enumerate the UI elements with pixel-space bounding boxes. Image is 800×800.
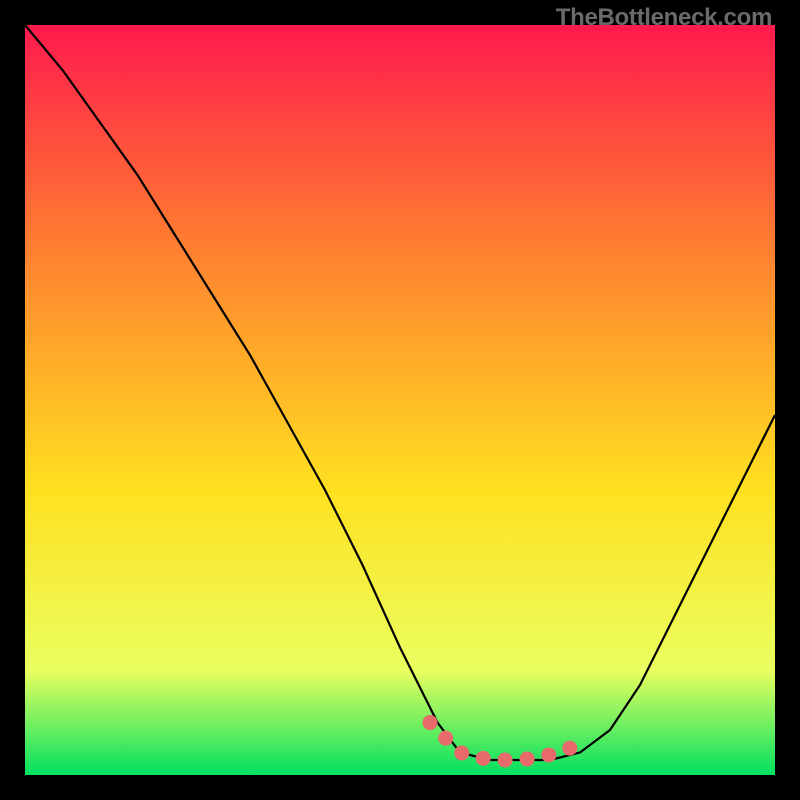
highlight-markers — [430, 723, 580, 761]
chart-container: { "watermark": "TheBottleneck.com", "col… — [0, 0, 800, 800]
plot-area — [25, 25, 775, 775]
curve-overlay — [25, 25, 775, 775]
watermark-text: TheBottleneck.com — [556, 4, 772, 32]
bottleneck-curve — [25, 25, 775, 760]
